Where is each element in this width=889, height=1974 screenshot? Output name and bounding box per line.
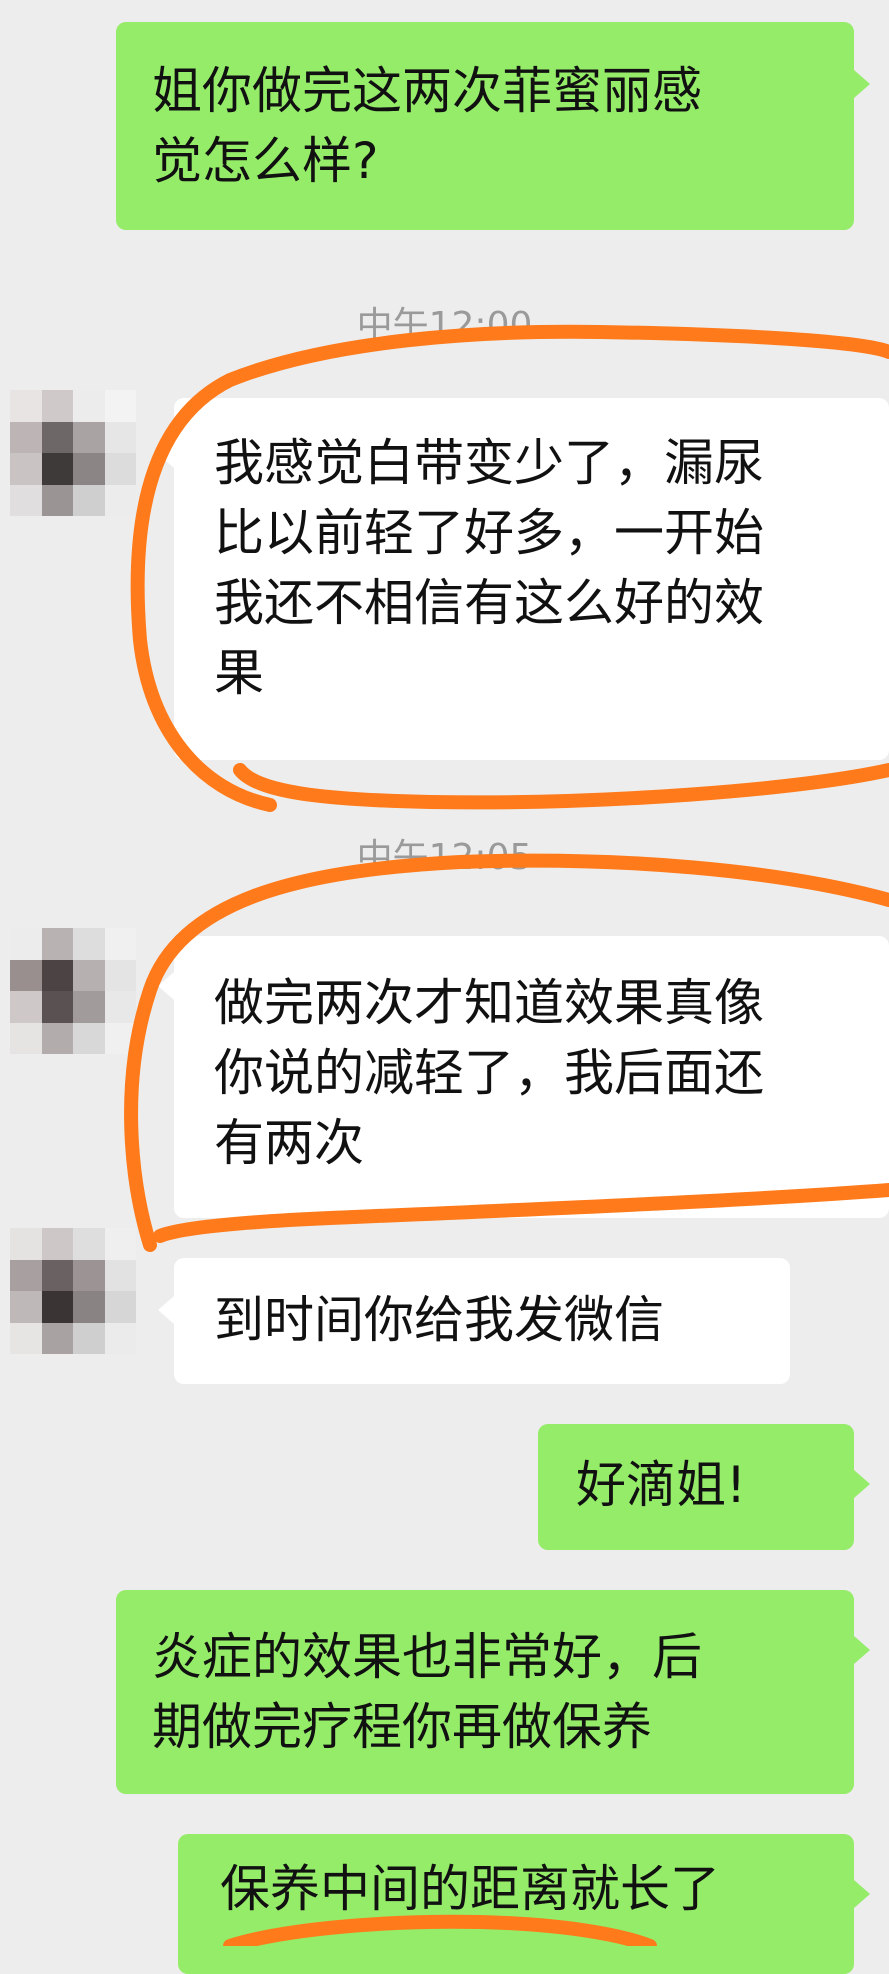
bubble-tail [158,440,174,468]
bubble-tail [854,1470,870,1498]
bubble-tail [854,1880,870,1908]
message-timestamp: 中午12:00 [356,305,533,346]
received-message-bubble[interactable]: 到时间你给我发微信 [174,1258,790,1384]
message-timestamp: 中午12:05 [356,837,533,878]
sent-message-bubble[interactable]: 保养中间的距离就长了 [178,1834,854,1974]
received-message-bubble[interactable]: 做完两次才知道效果真像 你说的减轻了，我后面还 有两次 [174,936,889,1218]
contact-avatar[interactable] [10,390,136,516]
contact-avatar[interactable] [10,928,136,1054]
bubble-tail [854,1636,870,1664]
bubble-tail [158,972,174,1000]
sent-message-bubble[interactable]: 姐你做完这两次菲蜜丽感 觉怎么样? [116,22,854,230]
contact-avatar[interactable] [10,1228,136,1354]
sent-message-bubble[interactable]: 好滴姐! [538,1424,854,1550]
sent-message-bubble[interactable]: 炎症的效果也非常好，后 期做完疗程你再做保养 [116,1590,854,1794]
bubble-tail [158,1296,174,1324]
received-message-bubble[interactable]: 我感觉白带变少了，漏尿 比以前轻了好多，一开始 我还不相信有这么好的效 果 [174,398,889,760]
bubble-tail [854,70,870,98]
